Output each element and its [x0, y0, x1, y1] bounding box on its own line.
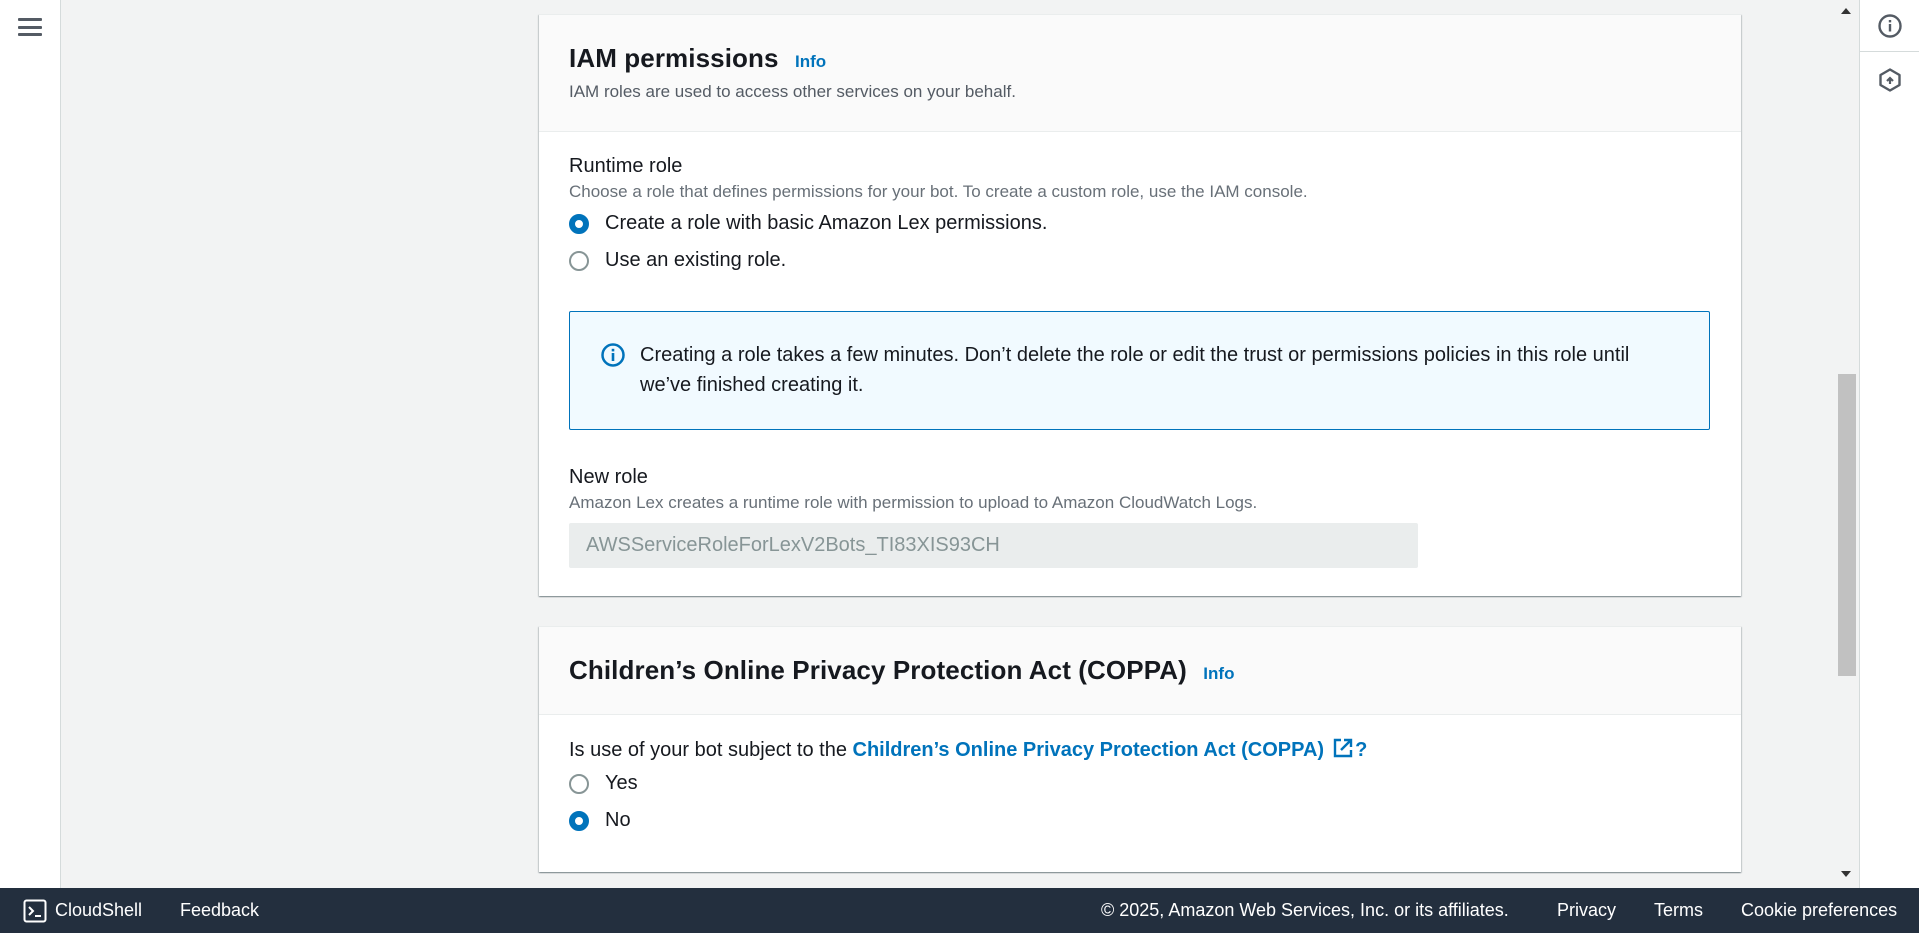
alert-message: Creating a role takes a few minutes. Don…	[640, 344, 1630, 396]
coppa-question: Is use of your bot subject to the Childr…	[569, 737, 1711, 762]
side-panel-button[interactable]	[1860, 54, 1919, 106]
cloudshell-button[interactable]: CloudShell	[55, 900, 142, 921]
copyright-text: © 2025, Amazon Web Services, Inc. or its…	[1101, 900, 1509, 920]
radio-button-unchecked[interactable]	[569, 250, 589, 271]
coppa-title: Children’s Online Privacy Protection Act…	[569, 655, 1187, 685]
hamburger-menu-icon[interactable]	[18, 16, 42, 38]
iam-permissions-description: IAM roles are used to access other servi…	[569, 82, 1016, 101]
scroll-up-arrow-icon[interactable]	[1841, 8, 1851, 14]
scrollbar-thumb[interactable]	[1838, 374, 1856, 676]
new-role-field: New role Amazon Lex creates a runtime ro…	[569, 466, 1469, 568]
new-role-description: Amazon Lex creates a runtime role with p…	[569, 493, 1258, 512]
iam-permissions-header: IAM permissions Info IAM roles are used …	[539, 15, 1741, 132]
privacy-link[interactable]: Privacy	[1557, 900, 1616, 921]
iam-info-link[interactable]: Info	[795, 52, 826, 71]
info-panel-button[interactable]	[1860, 0, 1919, 52]
console-footer: CloudShell Feedback © 2025, Amazon Web S…	[0, 888, 1919, 933]
feedback-link[interactable]: Feedback	[180, 900, 259, 921]
coppa-external-link[interactable]: Children’s Online Privacy Protection Act…	[852, 738, 1356, 761]
radio-existing-role-label: Use an existing role.	[605, 249, 787, 271]
radio-create-role-label: Create a role with basic Amazon Lex perm…	[605, 212, 1048, 234]
radio-button-checked[interactable]	[569, 810, 589, 831]
terms-link[interactable]: Terms	[1654, 900, 1703, 921]
coppa-radio-group: Yes No	[569, 765, 1711, 839]
new-role-label: New role	[569, 466, 648, 488]
coppa-question-prefix: Is use of your bot subject to the	[569, 739, 853, 761]
radio-coppa-yes-label: Yes	[605, 772, 638, 794]
coppa-question-suffix: ?	[1355, 739, 1368, 761]
iam-permissions-title: IAM permissions	[569, 43, 779, 73]
radio-button-checked[interactable]	[569, 213, 589, 234]
radio-existing-role[interactable]: Use an existing role.	[569, 242, 1711, 279]
left-navigation-rail	[0, 0, 61, 888]
hexagon-icon	[1879, 68, 1901, 92]
coppa-body: Is use of your bot subject to the Childr…	[539, 715, 1741, 839]
cookie-preferences-link[interactable]: Cookie preferences	[1741, 900, 1897, 921]
terminal-icon[interactable]	[23, 899, 47, 923]
coppa-header: Children’s Online Privacy Protection Act…	[539, 627, 1741, 715]
page-scrollbar[interactable]	[1836, 0, 1858, 888]
right-tools-rail	[1859, 0, 1919, 888]
external-link-icon	[1333, 738, 1353, 758]
coppa-link-text: Children’s Online Privacy Protection Act…	[852, 739, 1325, 761]
radio-button-unchecked[interactable]	[569, 773, 589, 794]
radio-create-role[interactable]: Create a role with basic Amazon Lex perm…	[569, 205, 1711, 242]
runtime-role-radio-group: Create a role with basic Amazon Lex perm…	[569, 205, 1711, 279]
runtime-role-label: Runtime role	[569, 155, 683, 177]
radio-coppa-no[interactable]: No	[569, 802, 1711, 839]
runtime-role-description: Choose a role that defines permissions f…	[569, 182, 1308, 201]
iam-permissions-container: IAM permissions Info IAM roles are used …	[539, 14, 1741, 596]
scroll-down-arrow-icon[interactable]	[1841, 871, 1851, 877]
radio-coppa-yes[interactable]: Yes	[569, 765, 1711, 802]
info-circle-icon	[601, 343, 625, 367]
iam-permissions-body: Runtime role Choose a role that defines …	[539, 132, 1741, 568]
info-circle-icon	[1878, 13, 1902, 38]
coppa-info-link[interactable]: Info	[1203, 664, 1234, 683]
radio-coppa-no-label: No	[605, 809, 631, 831]
new-role-name-input[interactable]	[569, 523, 1418, 568]
coppa-container: Children’s Online Privacy Protection Act…	[539, 626, 1741, 872]
role-creation-info-alert: Creating a role takes a few minutes. Don…	[569, 311, 1710, 430]
